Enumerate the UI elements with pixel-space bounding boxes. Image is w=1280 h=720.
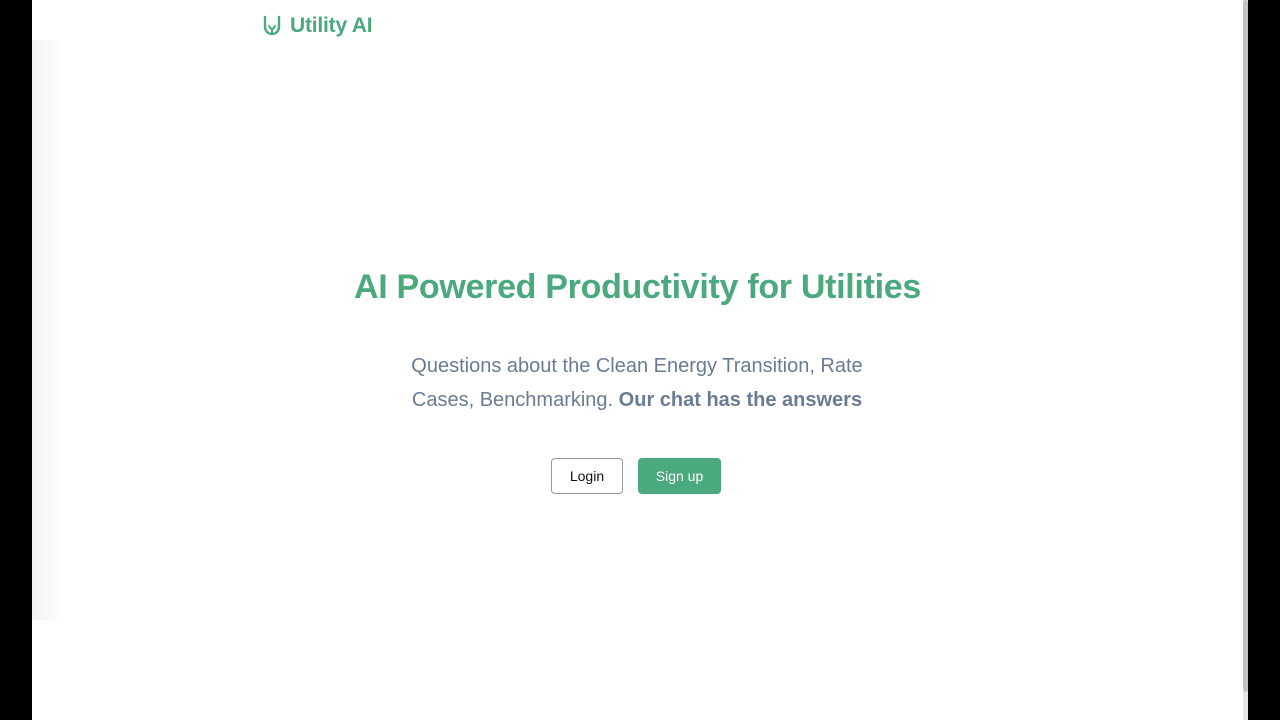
signup-button[interactable]: Sign up [638,458,721,494]
page-edge-shadow [32,40,62,620]
u-shield-logo-icon [263,15,281,36]
brand-logo-link[interactable]: Utility AI [262,14,373,38]
page-viewport: Utility AI AI Powered Productivity for U… [32,0,1243,720]
login-button[interactable]: Login [551,458,623,494]
right-frame [1248,0,1280,720]
hero-title: AI Powered Productivity for Utilities [353,268,921,306]
hero-subtitle: Questions about the Clean Energy Transit… [387,349,887,417]
brand-name: Utility AI [290,14,373,37]
hero-subtitle-emphasis: Our chat has the answers [618,389,863,411]
